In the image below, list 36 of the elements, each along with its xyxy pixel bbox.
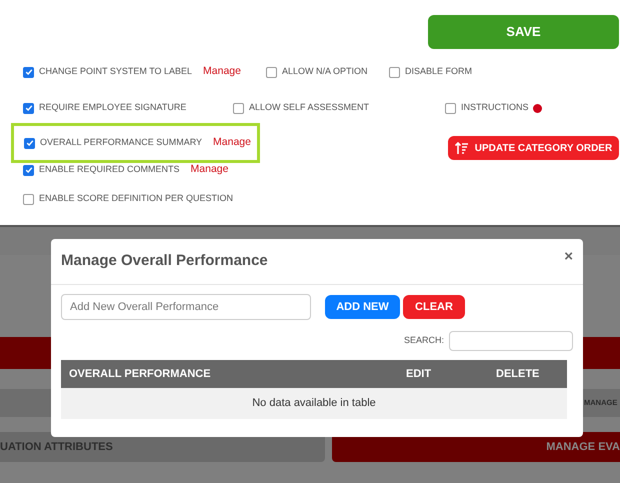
manage-link[interactable]: Manage	[190, 162, 228, 178]
input-field[interactable]: Add New Overall Performance	[61, 294, 311, 320]
close-button[interactable]: ×	[564, 249, 573, 264]
column-header: DELETE	[495, 366, 540, 382]
modal-title: Manage Overall Performance	[61, 251, 268, 272]
checkbox[interactable]	[24, 138, 35, 148]
save-button[interactable]: SAVE	[428, 15, 619, 49]
update-category-order-button[interactable]: UPDATE CATEGORY ORDER	[448, 136, 619, 160]
search-field[interactable]	[449, 331, 573, 351]
option-label: ENABLE REQUIRED COMMENTS	[39, 163, 180, 176]
add-new-button[interactable]: ADD NEW	[325, 295, 400, 319]
empty-table-message: No data available in table	[252, 396, 376, 412]
option-label: ENABLE SCORE DEFINITION PER QUESTION	[39, 192, 234, 206]
option-label: OVERALL PERFORMANCE SUMMARY	[40, 136, 202, 150]
checkbox[interactable]	[23, 194, 34, 204]
option-label: ALLOW N/A OPTION	[282, 65, 368, 78]
clear-button[interactable]: CLEAR	[403, 295, 465, 319]
manage-link[interactable]: Manage	[213, 135, 251, 151]
search-label: SEARCH:	[404, 334, 444, 348]
column-header: EDIT	[405, 366, 432, 382]
option-label: ALLOW SELF ASSESSMENT	[249, 101, 370, 114]
manage-link[interactable]: Manage	[203, 64, 241, 80]
checkbox[interactable]	[445, 102, 456, 114]
checkbox[interactable]	[23, 164, 34, 176]
option-label: INSTRUCTIONS	[461, 101, 528, 114]
checkbox[interactable]	[23, 102, 34, 114]
checkbox[interactable]	[266, 66, 277, 78]
checkbox[interactable]	[233, 102, 244, 114]
option-label: CHANGE POINT SYSTEM TO LABEL	[39, 65, 192, 78]
checkbox[interactable]	[389, 66, 400, 78]
column-header: OVERALL PERFORMANCE	[68, 366, 212, 382]
checkbox[interactable]	[23, 66, 34, 78]
sort-icon	[454, 142, 469, 154]
info-icon[interactable]	[532, 104, 542, 112]
option-label: DISABLE FORM	[405, 65, 472, 78]
option-label: REQUIRE EMPLOYEE SIGNATURE	[39, 101, 186, 114]
